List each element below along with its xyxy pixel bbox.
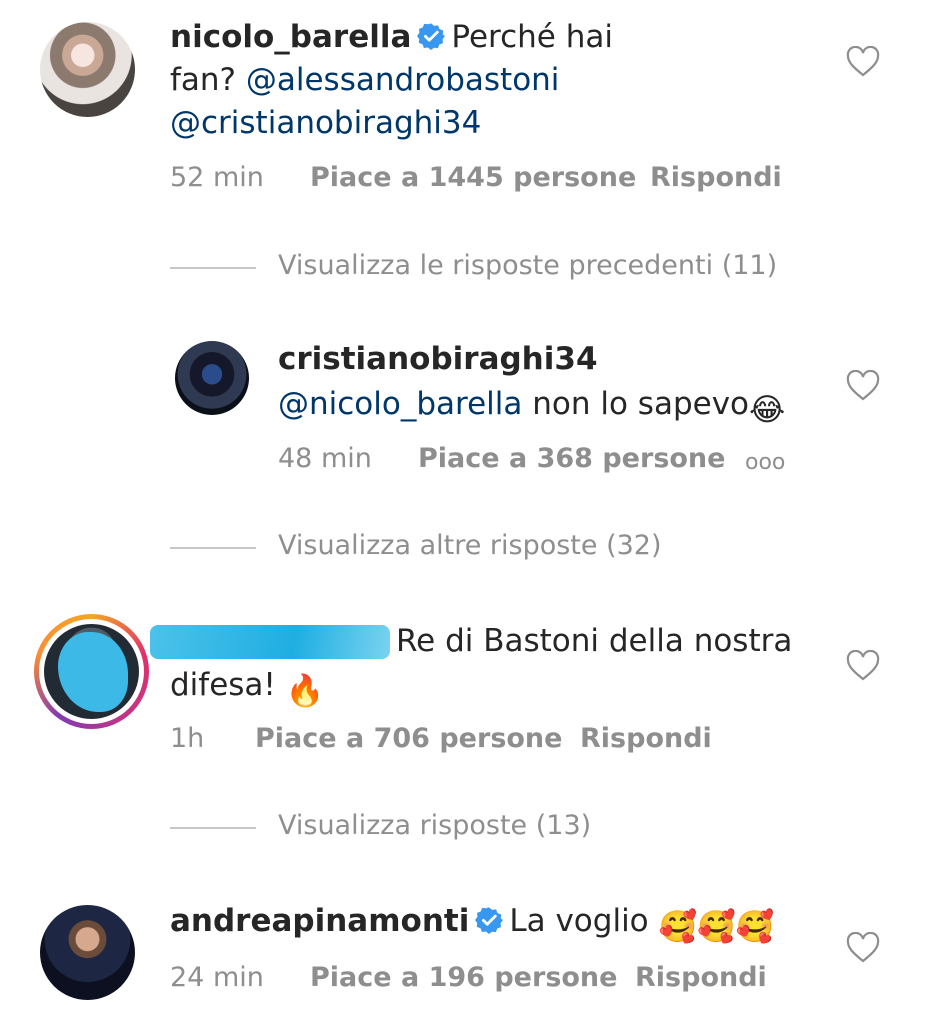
verified-badge-icon — [417, 23, 446, 50]
divider-line — [170, 547, 256, 549]
reply-1-likes[interactable]: Piace a 368 persone — [418, 443, 725, 474]
comment-3-time: 1h — [170, 723, 205, 754]
view-previous-replies-link[interactable]: Visualizza le risposte precedenti (11) — [278, 250, 777, 281]
comment-3-reply-button[interactable]: Rispondi — [580, 723, 712, 754]
comment-1-line-2: fan? @alessandrobastoni — [170, 59, 559, 102]
reply-1-time: 48 min — [278, 443, 372, 474]
more-options-icon[interactable]: ooo — [745, 450, 785, 475]
reply-1-like-heart-icon[interactable] — [846, 370, 880, 402]
comment-3-text: Re di Bastoni della nostra — [396, 623, 793, 659]
comment-1-text: Perché hai — [451, 19, 613, 55]
comment-3-like-heart-icon[interactable] — [846, 650, 880, 682]
comment-4-like-heart-icon[interactable] — [846, 932, 880, 964]
redacted-username[interactable] — [150, 625, 390, 659]
redaction-scribble — [58, 632, 128, 712]
comment-4-likes[interactable]: Piace a 196 persone — [310, 962, 617, 993]
comment-4-reply-button[interactable]: Rispondi — [635, 962, 767, 993]
view-more-replies-link[interactable]: Visualizza altre risposte (32) — [278, 530, 662, 561]
avatar-nicolo-barella[interactable] — [40, 22, 135, 117]
comment-1-line-1: nicolo_barella Perché hai — [170, 16, 613, 59]
mention-nicolo-barella[interactable]: @nicolo_barella — [278, 386, 522, 422]
avatar-andreapinamonti[interactable] — [40, 905, 135, 1000]
comment-3-text-2: difesa! — [170, 667, 276, 703]
comment-1-like-heart-icon[interactable] — [846, 46, 880, 78]
username-nicolo-barella[interactable]: nicolo_barella — [170, 19, 411, 55]
reply-1-text: non lo sapevo — [532, 386, 750, 422]
comment-3-line-2: difesa! 🔥 — [170, 664, 324, 713]
comment-4-text: La voglio — [509, 903, 649, 939]
comment-3-line-1: Re di Bastoni della nostra — [150, 620, 792, 663]
smiling-hearts-emoji-icon: 🥰🥰🥰 — [658, 909, 775, 945]
fire-emoji-icon: 🔥 — [285, 673, 325, 709]
divider-line — [170, 827, 256, 829]
mention-cristianobiraghi34[interactable]: @cristianobiraghi34 — [170, 102, 481, 145]
comment-1-reply-button[interactable]: Rispondi — [650, 162, 782, 193]
mention-alessandrobastoni[interactable]: @alessandrobastoni — [246, 62, 560, 98]
comment-1-text-2: fan? — [170, 62, 237, 98]
comment-1-likes[interactable]: Piace a 1445 persone — [310, 162, 636, 193]
comment-1-time: 52 min — [170, 162, 264, 193]
comment-4-time: 24 min — [170, 962, 264, 993]
laughing-emoji-icon: 😂 — [749, 392, 786, 428]
avatar-story-ring[interactable] — [34, 614, 149, 729]
avatar-cristianobiraghi34[interactable] — [175, 341, 249, 415]
comment-4-line: andreapinamonti La voglio 🥰🥰🥰 — [170, 900, 774, 949]
view-replies-link[interactable]: Visualizza risposte (13) — [278, 810, 591, 841]
username-cristianobiraghi34[interactable]: cristianobiraghi34 — [278, 338, 598, 381]
divider-line — [170, 267, 256, 269]
verified-badge-icon — [475, 907, 504, 934]
comment-3-likes[interactable]: Piace a 706 persone — [255, 723, 562, 754]
reply-1-line: @nicolo_barella non lo sapevo😂 — [278, 383, 785, 432]
username-andreapinamonti[interactable]: andreapinamonti — [170, 903, 469, 939]
